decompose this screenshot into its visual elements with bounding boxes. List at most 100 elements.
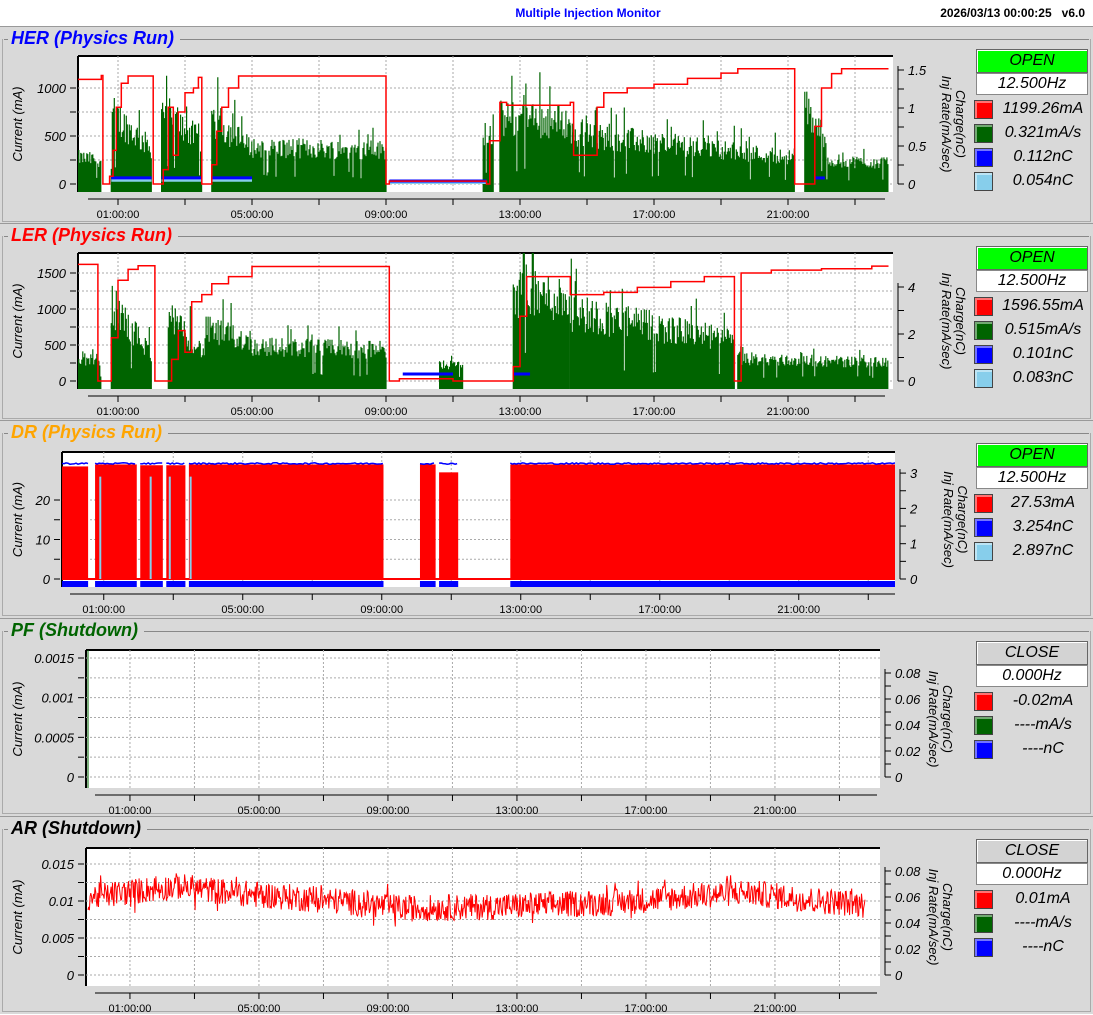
right-axis-title-rate: Inj Rate(mA/sec) — [939, 273, 954, 370]
time-axis-tick-label: 21:00:00 — [777, 604, 820, 616]
current-fill — [188, 464, 384, 579]
current-fill — [62, 466, 89, 579]
right-axis-tick-label: 0.04 — [895, 718, 920, 733]
time-axis-tick-label: 01:00:00 — [109, 805, 152, 816]
time-axis-tick-label: 21:00:00 — [767, 406, 810, 418]
left-axis-tick-label: 0 — [59, 374, 67, 389]
time-axis-tick-label: 13:00:00 — [499, 209, 542, 221]
time-axis-tick-label: 21:00:00 — [767, 209, 810, 221]
time-axis-tick-label: 13:00:00 — [496, 805, 539, 816]
time-axis-tick-label: 01:00:00 — [82, 604, 125, 616]
chart-pf: 0 0.0005 0.001 0.0015 Current (mA) 0 0.02 0.04 0… — [10, 649, 955, 816]
panel-her: HER (Physics Run) OPEN 12.500Hz 1199.26mA 0.… — [0, 26, 1093, 224]
right-axis-tick-label: 0.04 — [895, 916, 920, 931]
time-axis-tick-label: 17:00:00 — [633, 209, 676, 221]
left-axis-tick-label: 0 — [67, 770, 75, 785]
chart-her: 0 500 1000 Current (mA) 0 0.5 1 1.5 Inj Rate(mA/… — [10, 55, 968, 221]
timestamp-version: 2026/03/13 00:00:25 v6.0 — [940, 6, 1085, 20]
charge-baseline-band — [140, 581, 163, 587]
time-axis-tick-label: 17:00:00 — [633, 406, 676, 418]
time-axis-tick-label: 09:00:00 — [360, 604, 403, 616]
right-axis-tick-label: 2 — [907, 327, 916, 342]
charge-baseline-band — [62, 581, 89, 587]
charge-baseline-band — [439, 581, 459, 587]
left-axis-tick-label: 0.0005 — [34, 730, 75, 745]
left-axis-tick-label: 0.015 — [41, 857, 74, 872]
left-axis-tick-label: 500 — [44, 338, 66, 353]
title-bar: Multiple Injection Monitor 2026/03/13 00… — [0, 0, 1093, 25]
left-axis-title: Current (mA) — [10, 86, 25, 161]
right-axis-title-charge: Charge(nC) — [953, 90, 968, 158]
time-axis-tick-label: 09:00:00 — [365, 209, 408, 221]
current-fill — [95, 464, 137, 579]
left-axis-title: Current (mA) — [10, 879, 25, 954]
right-axis-title-rate: Inj Rate(mA/sec) — [939, 76, 954, 173]
left-axis-tick-label: 0 — [67, 968, 75, 983]
left-axis-tick-label: 500 — [44, 129, 66, 144]
right-axis-title-charge: Charge(nC) — [955, 486, 970, 554]
right-axis-title-charge: Charge(nC) — [940, 883, 955, 951]
right-axis-tick-label: 0 — [908, 374, 916, 389]
current-fill — [419, 464, 436, 579]
right-axis-tick-label: 3 — [910, 466, 918, 481]
panel-dr: DR (Physics Run) OPEN 12.500Hz 27.53mA 3.254… — [0, 420, 1093, 618]
current-fill — [510, 464, 895, 579]
right-axis-title-rate: Inj Rate(mA/sec) — [941, 471, 956, 568]
time-axis-tick-label: 17:00:00 — [638, 604, 681, 616]
right-axis-tick-label: 0.08 — [895, 666, 921, 681]
charge-baseline-band — [510, 581, 895, 587]
time-axis-tick-label: 05:00:00 — [221, 604, 264, 616]
left-axis-tick-label: 0.0015 — [34, 651, 75, 666]
right-axis-tick-label: 0 — [908, 177, 916, 192]
right-axis-tick-label: 0.06 — [895, 890, 921, 905]
time-axis-tick-label: 01:00:00 — [97, 209, 140, 221]
right-axis-tick-label: 0.06 — [895, 692, 921, 707]
right-axis-tick-label: 0 — [895, 968, 903, 983]
panel-ler: LER (Physics Run) OPEN 12.500Hz 1596.55mA 0.… — [0, 223, 1093, 421]
left-axis-tick-label: 10 — [36, 533, 51, 548]
time-axis-tick-label: 17:00:00 — [625, 1003, 668, 1014]
time-axis-tick-label: 09:00:00 — [367, 805, 410, 816]
left-axis-tick-label: 1000 — [37, 302, 67, 317]
right-axis-title-charge: Charge(nC) — [953, 287, 968, 355]
right-axis-title-rate: Inj Rate(mA/sec) — [926, 869, 941, 966]
right-axis-tick-label: 4 — [908, 280, 915, 295]
chart-dr: 0 10 20 Current (mA) 0 1 2 3 Inj Rate(mA/sec) Cha… — [10, 451, 970, 616]
left-axis-tick-label: 0.005 — [41, 931, 74, 946]
chart-ar: 0 0.005 0.01 0.015 Current (mA) 0 0.02 0.04 0.06… — [10, 847, 955, 1014]
charge-baseline-band — [166, 581, 186, 587]
right-axis-tick-label: 0.08 — [895, 864, 921, 879]
time-axis-tick-label: 05:00:00 — [231, 406, 274, 418]
panel-pf: PF (Shutdown) CLOSE 0.000Hz -0.02mA ----mA/s… — [0, 618, 1093, 816]
right-axis-title-charge: Charge(nC) — [940, 685, 955, 753]
right-axis-title-rate: Inj Rate(mA/sec) — [926, 671, 941, 768]
time-axis-tick-label: 09:00:00 — [365, 406, 408, 418]
app-title: Multiple Injection Monitor — [515, 6, 661, 20]
right-axis-tick-label: 1 — [908, 101, 915, 116]
left-axis-tick-label: 0.01 — [49, 894, 74, 909]
left-axis-tick-label: 0 — [43, 572, 51, 587]
right-axis-tick-label: 0 — [910, 572, 918, 587]
right-axis-tick-label: 1.5 — [908, 63, 927, 78]
time-axis-tick-label: 13:00:00 — [499, 604, 542, 616]
right-axis-tick-label: 2 — [909, 501, 918, 516]
plot-area — [86, 848, 880, 986]
left-axis-tick-label: 0 — [59, 177, 67, 192]
time-axis-tick-label: 17:00:00 — [625, 805, 668, 816]
charge-baseline-band — [95, 581, 137, 587]
time-axis-tick-label: 21:00:00 — [754, 805, 797, 816]
right-axis-tick-label: 0.5 — [908, 139, 927, 154]
time-axis-tick-label: 05:00:00 — [238, 1003, 281, 1014]
time-axis-tick-label: 13:00:00 — [499, 406, 542, 418]
time-axis-tick-label: 01:00:00 — [97, 406, 140, 418]
panel-ar: AR (Shutdown) CLOSE 0.000Hz 0.01mA ----mA/s -… — [0, 816, 1093, 1014]
left-axis-tick-label: 1500 — [37, 266, 67, 281]
time-axis-tick-label: 09:00:00 — [367, 1003, 410, 1014]
right-axis-tick-label: 1 — [910, 537, 917, 552]
version: v6.0 — [1061, 6, 1085, 20]
left-axis-tick-label: 20 — [35, 493, 51, 508]
plot-area — [86, 650, 880, 788]
time-axis-tick-label: 13:00:00 — [496, 1003, 539, 1014]
right-axis-tick-label: 0.02 — [895, 942, 921, 957]
left-axis-tick-label: 1000 — [37, 81, 67, 96]
